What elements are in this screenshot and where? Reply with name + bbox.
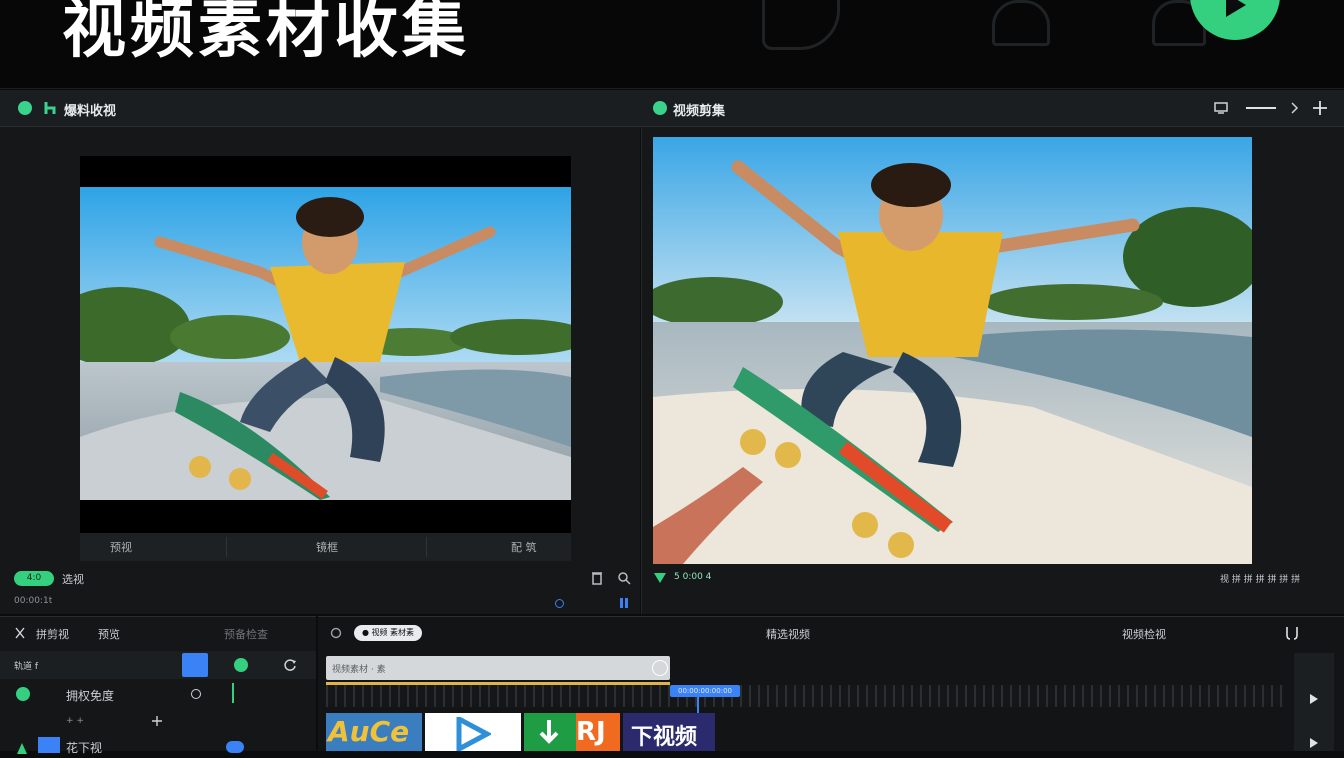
- play-icon[interactable]: [1309, 693, 1319, 705]
- settings-button[interactable]: 配 筑: [511, 539, 537, 555]
- clip-thumb-5-text: 下视频: [631, 725, 698, 750]
- source-video-player[interactable]: [80, 187, 571, 500]
- track1-visibility-icon[interactable]: [191, 689, 201, 699]
- source-timecode: 00:00:1t: [14, 596, 53, 606]
- output-status: 5 0:00 4: [674, 572, 712, 582]
- track-header: 轨道 f: [14, 662, 39, 672]
- top-banner: 视频素材收集: [0, 0, 1344, 89]
- add-icon[interactable]: [1312, 100, 1328, 116]
- divider: [226, 537, 227, 557]
- divider-2: [426, 537, 427, 557]
- app-toolbar: 爆料收视 视频剪集: [0, 90, 1344, 127]
- clip-thumb-4[interactable]: RJ: [576, 713, 620, 751]
- timeline-panel: ● 视频 素材素 精选视频 视频检视 视频素材 · 素 00:00:00:00:…: [318, 616, 1344, 751]
- output-video-player[interactable]: [653, 137, 1252, 564]
- track-select-button[interactable]: [182, 653, 208, 677]
- track-sidebar: 拼剪视 预览 预备检查 轨道 f 拥权免度 + + 花下视: [0, 616, 316, 755]
- play-icon-2[interactable]: [1309, 737, 1319, 749]
- minimize-icon[interactable]: [1246, 107, 1276, 109]
- timeline-center-label: 精选视频: [766, 628, 810, 641]
- window-restore-icon[interactable]: [1214, 101, 1228, 115]
- track2-thumb: [38, 737, 60, 753]
- timeline-right-label: 视频检视: [1122, 628, 1166, 641]
- trash-icon[interactable]: [591, 571, 603, 585]
- track1-label: 拥权免度: [66, 689, 115, 703]
- banner-title: 视频素材收集: [62, 0, 470, 67]
- source-controls-bar: 预视 镜框 配 筑: [80, 533, 571, 561]
- triangle-ghost-icon: [762, 0, 840, 50]
- arch-ghost-icon: [992, 0, 1050, 46]
- track-green-icon[interactable]: [234, 658, 248, 672]
- search-icon[interactable]: [617, 571, 631, 585]
- right-panel-title: 视频剪集: [673, 104, 726, 119]
- add-track-icon[interactable]: [151, 715, 163, 727]
- tab-check[interactable]: 预备检查: [224, 626, 268, 642]
- pause-icon[interactable]: [619, 597, 629, 609]
- clip-thumb-3[interactable]: [524, 713, 576, 751]
- magnet-icon[interactable]: [330, 627, 342, 639]
- clip-thumb-5[interactable]: 下视频: [623, 713, 715, 751]
- snap-icon[interactable]: [1284, 625, 1300, 641]
- editor-icon: [653, 101, 667, 115]
- scissors-icon[interactable]: [14, 627, 26, 639]
- track1-sub: + +: [66, 716, 84, 726]
- clip-thumb-1-text: AuCe: [328, 715, 410, 748]
- status-text: 选视: [62, 573, 84, 586]
- preview-button[interactable]: 预视: [110, 539, 132, 555]
- track1-level: [232, 683, 234, 703]
- track1-icon: [16, 687, 30, 701]
- text-track-icon: [16, 739, 28, 754]
- clip-thumb-1[interactable]: AuCe: [326, 713, 422, 751]
- tab-preview[interactable]: 预览: [98, 626, 120, 642]
- strip-end-icon: [652, 660, 668, 676]
- play-logo-icon: [456, 717, 491, 751]
- clip-thumb-2[interactable]: [425, 713, 521, 751]
- download-arrow-icon: [539, 720, 559, 744]
- frame-button[interactable]: 镜框: [316, 539, 338, 555]
- playhead-label: 00:00:00:00:00: [670, 685, 740, 697]
- audio-strip-label: 视频素材 · 素: [332, 665, 386, 675]
- left-panel-title: 爆料收视: [64, 104, 117, 119]
- track2-toggle[interactable]: [226, 741, 244, 753]
- output-marker-icon: [654, 573, 666, 583]
- track2-label: 花下视: [66, 741, 103, 755]
- clip-chip[interactable]: ● 视频 素材素: [354, 625, 422, 641]
- refresh-icon[interactable]: [283, 658, 297, 672]
- chevron-right-icon[interactable]: [1289, 102, 1299, 114]
- output-tools[interactable]: 视 拼 拼 拼 拼 拼 拼: [1220, 572, 1300, 585]
- track-header-row: [0, 651, 316, 679]
- status-pill: 4:0: [14, 571, 54, 586]
- record-indicator-icon: [555, 599, 564, 608]
- h-logo-icon: [44, 102, 56, 114]
- app-logo-icon: [18, 101, 32, 115]
- tab-cut[interactable]: 拼剪视: [36, 626, 69, 642]
- clip-thumb-4-text: RJ: [576, 717, 606, 747]
- timeline-ruler[interactable]: [326, 685, 1284, 707]
